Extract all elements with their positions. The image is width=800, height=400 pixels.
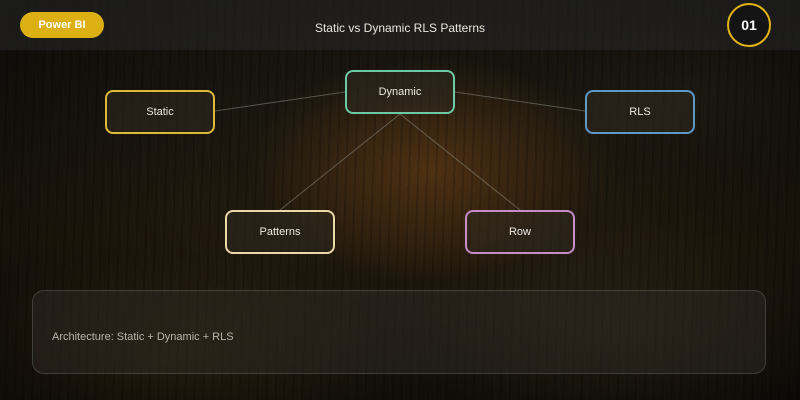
node-static: Static xyxy=(105,90,215,134)
info-panel: Architecture: Static + Dynamic + RLS xyxy=(32,290,766,374)
connector-dynamic-rls xyxy=(454,91,586,112)
node-patterns: Patterns xyxy=(225,210,335,254)
node-dynamic: Dynamic xyxy=(345,70,455,114)
connector-dynamic-static xyxy=(214,91,346,112)
node-row: Row xyxy=(465,210,575,254)
info-panel-text: Architecture: Static + Dynamic + RLS xyxy=(52,331,234,343)
connector-dynamic-row xyxy=(399,113,521,211)
node-rls: RLS xyxy=(585,90,695,134)
connector-dynamic-patterns xyxy=(279,113,401,211)
